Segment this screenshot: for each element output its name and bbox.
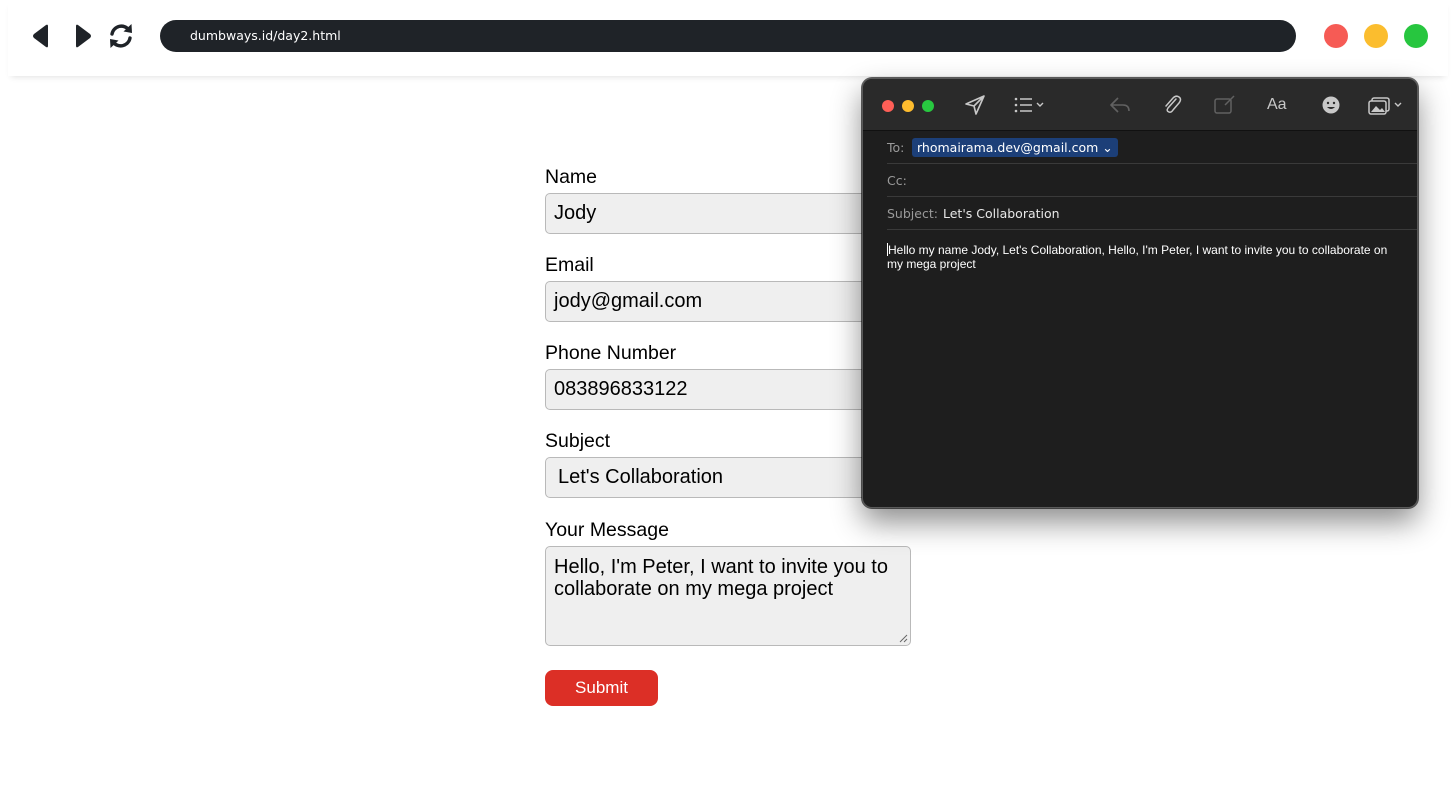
send-icon[interactable]: [964, 93, 986, 117]
recipient-chip[interactable]: rhomairama.dev@gmail.com ⌄: [912, 138, 1118, 157]
list-format-icon[interactable]: [1013, 93, 1047, 117]
cc-label: Cc:: [887, 173, 907, 188]
paperclip-icon[interactable]: [1161, 93, 1183, 117]
reload-icon[interactable]: [105, 20, 137, 52]
cc-row[interactable]: Cc:: [887, 164, 1417, 197]
markup-icon: [1213, 93, 1237, 117]
emoji-icon[interactable]: [1320, 93, 1342, 117]
back-icon[interactable]: [28, 22, 56, 50]
photo-browser-icon[interactable]: [1367, 93, 1405, 117]
mail-body-text: Hello my name Jody, Let's Collaboration,…: [887, 243, 1388, 271]
mail-minimize-dot[interactable]: [902, 100, 914, 112]
resize-grip-icon[interactable]: [899, 634, 908, 643]
to-label: To:: [887, 140, 905, 155]
mail-body[interactable]: Hello my name Jody, Let's Collaboration,…: [887, 243, 1397, 271]
mail-compose-window: Aa To: rhomairama.dev@gmail.com ⌄ Cc: Su…: [862, 78, 1418, 508]
minimize-window-dot[interactable]: [1364, 24, 1388, 48]
forward-icon[interactable]: [68, 22, 96, 50]
font-aa-icon[interactable]: Aa: [1267, 93, 1291, 117]
recipient-address: rhomairama.dev@gmail.com: [917, 140, 1099, 155]
mail-zoom-dot[interactable]: [922, 100, 934, 112]
mail-subject-label: Subject:: [887, 206, 938, 221]
submit-button[interactable]: Submit: [545, 670, 658, 706]
phone-label: Phone Number: [545, 342, 677, 364]
message-text: Hello, I'm Peter, I want to invite you t…: [554, 556, 888, 600]
mail-subject-value[interactable]: Let's Collaboration: [943, 197, 1060, 230]
mail-toolbar: Aa: [863, 79, 1417, 131]
mail-close-dot[interactable]: [882, 100, 894, 112]
to-row: To: rhomairama.dev@gmail.com ⌄: [887, 131, 1417, 164]
message-textarea[interactable]: Hello, I'm Peter, I want to invite you t…: [545, 546, 911, 646]
name-label: Name: [545, 166, 598, 188]
subject-row[interactable]: Subject: Let's Collaboration: [887, 197, 1417, 230]
close-window-dot[interactable]: [1324, 24, 1348, 48]
phone-input[interactable]: 083896833122: [545, 369, 911, 410]
maximize-window-dot[interactable]: [1404, 24, 1428, 48]
browser-toolbar: dumbways.id/day2.html: [8, 0, 1448, 76]
email-input[interactable]: jody@gmail.com: [545, 281, 911, 322]
name-input[interactable]: Jody: [545, 193, 911, 234]
subject-select[interactable]: Let's Collaboration: [545, 457, 911, 498]
message-label: Your Message: [545, 519, 669, 541]
reply-icon: [1109, 93, 1131, 117]
subject-label: Subject: [545, 430, 611, 452]
address-bar[interactable]: dumbways.id/day2.html: [160, 20, 1296, 52]
email-label: Email: [545, 254, 594, 276]
